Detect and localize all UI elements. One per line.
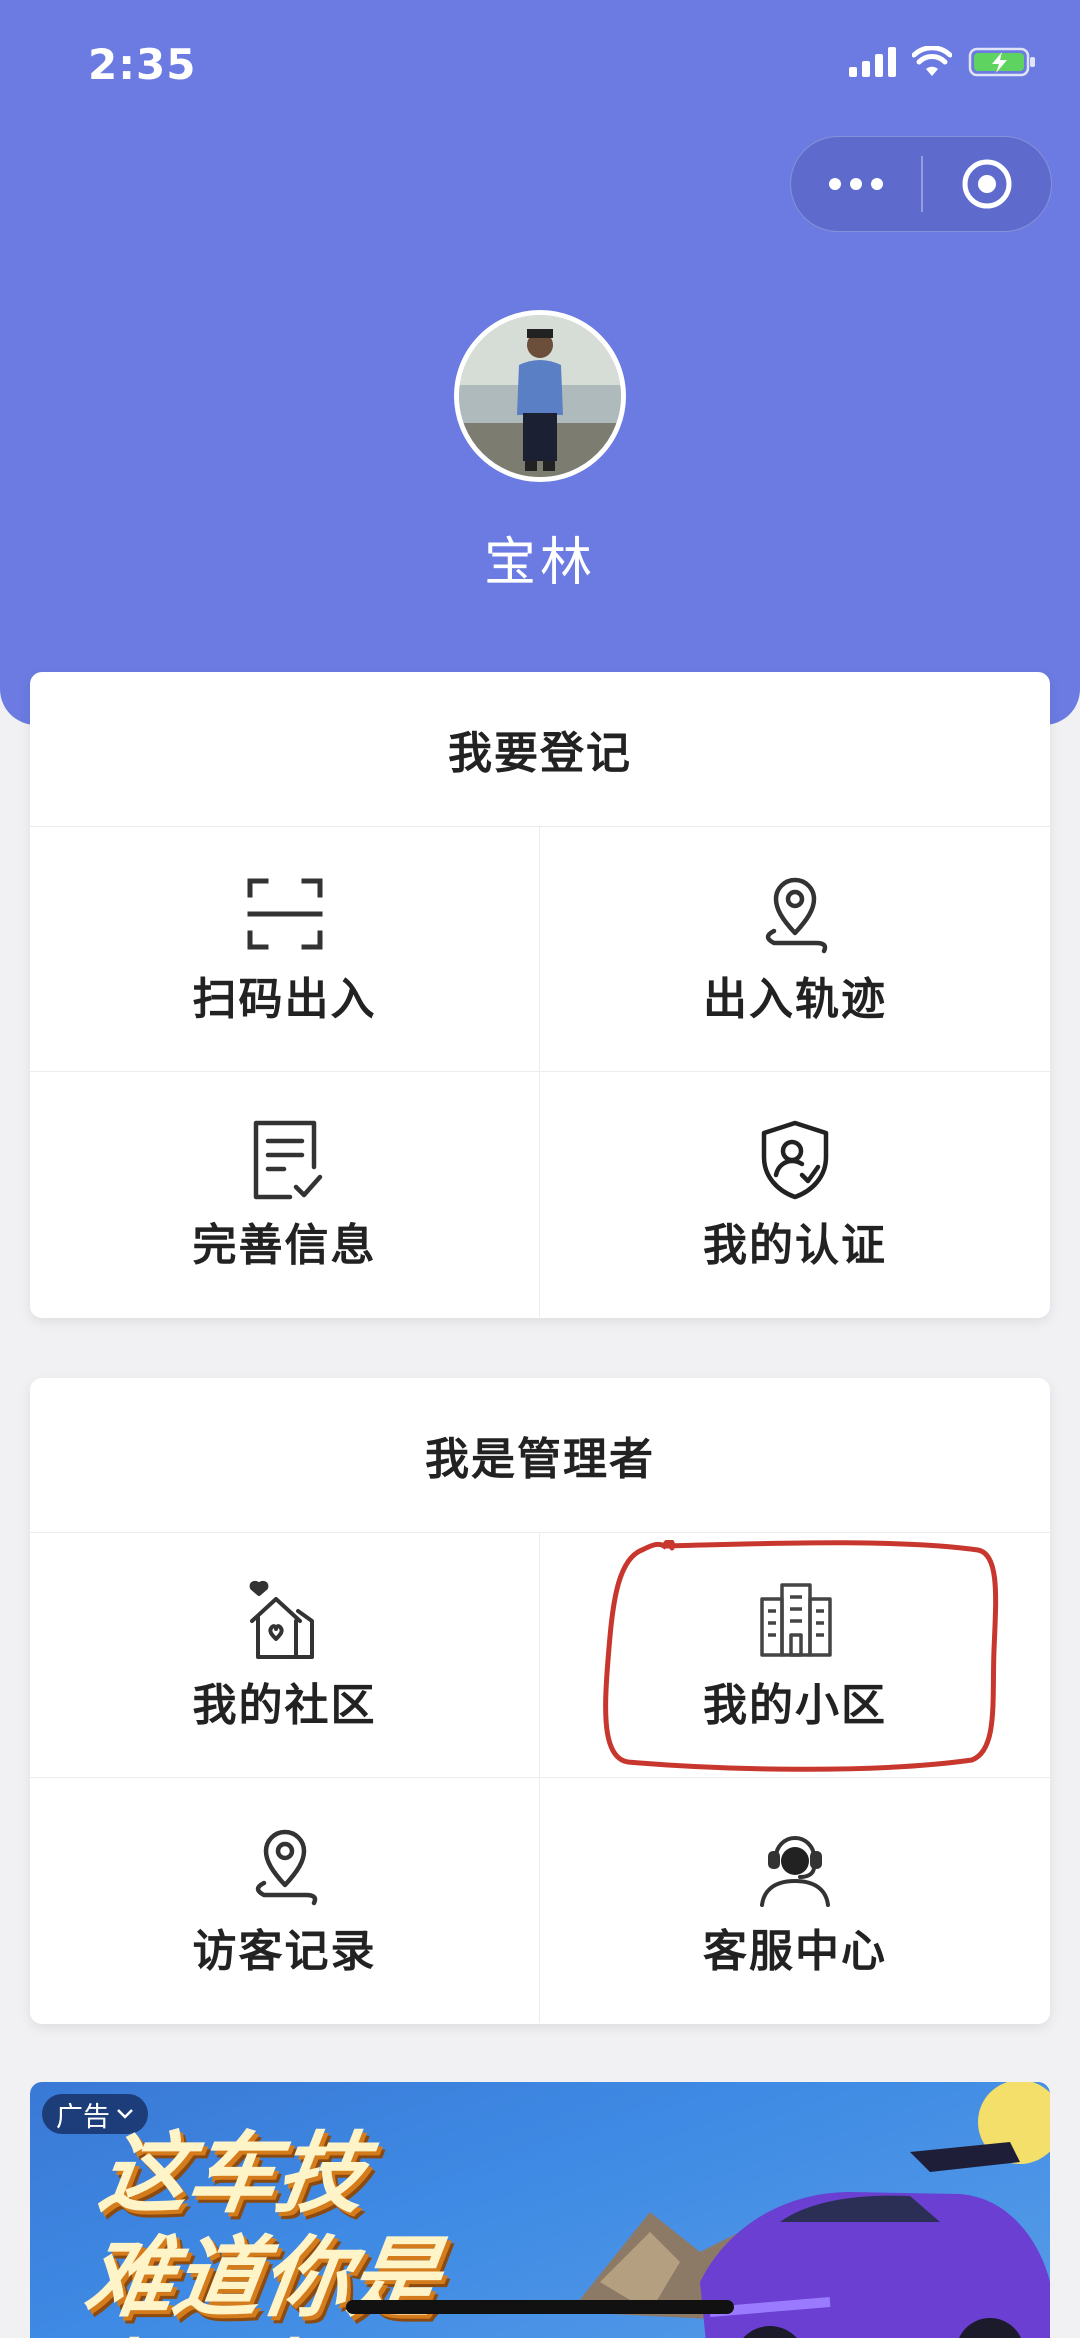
shield-user-icon (761, 1120, 829, 1199)
customer-service-button[interactable]: 客服中心 (540, 1778, 1050, 2023)
manager-card-title: 我是管理者 (30, 1378, 1050, 1533)
manager-grid: 我的社区 我的小区 访客记录 客服中心 (30, 1533, 1050, 2023)
status-time: 2:35 (88, 40, 197, 89)
entry-track-label: 出入轨迹 (703, 974, 887, 1025)
entry-track-button[interactable]: 出入轨迹 (540, 827, 1050, 1072)
visitor-records-button[interactable]: 访客记录 (30, 1778, 540, 2023)
chevron-down-icon (117, 2109, 133, 2119)
building-icon (760, 1583, 832, 1657)
register-card: 我要登记 扫码出入 出入轨迹 完善信息 我的认证 (30, 672, 1050, 1318)
battery-charging-icon (968, 47, 1035, 77)
my-community-label: 我的社区 (192, 1680, 377, 1731)
ad-headline-line: 这车技 (93, 2122, 372, 2225)
home-indicator[interactable] (346, 2300, 734, 2314)
my-compound-label: 我的小区 (703, 1680, 887, 1731)
scan-icon (247, 878, 322, 950)
my-community-button[interactable]: 我的社区 (30, 1533, 540, 1778)
ad-tag-label: 广告 (56, 2101, 110, 2133)
status-bar: 2:35 (0, 0, 1080, 130)
target-close-icon (962, 159, 1012, 209)
more-options-button[interactable] (791, 137, 921, 231)
ad-headline-line: 老司机! (64, 2330, 431, 2338)
my-compound-button[interactable]: 我的小区 (540, 1533, 1050, 1778)
scan-entry-label: 扫码出入 (192, 974, 377, 1025)
miniprogram-capsule (790, 136, 1052, 232)
location-pin-icon (765, 877, 828, 954)
register-grid: 扫码出入 出入轨迹 完善信息 我的认证 (30, 827, 1050, 1317)
my-certification-label: 我的认证 (703, 1219, 887, 1271)
ad-headline-line: 难道你是 (78, 2226, 446, 2329)
username: 宝林 (483, 533, 596, 593)
avatar[interactable] (454, 310, 626, 482)
close-miniprogram-button[interactable] (923, 137, 1052, 231)
location-pin-icon (255, 1829, 317, 1905)
my-certification-button[interactable]: 我的认证 (540, 1072, 1050, 1317)
customer-service-icon (760, 1835, 830, 1907)
cellular-signal-icon (849, 47, 896, 77)
register-card-title: 我要登记 (30, 672, 1050, 827)
complete-info-label: 完善信息 (192, 1219, 377, 1271)
community-house-icon (249, 1580, 314, 1659)
customer-service-label: 客服中心 (703, 1925, 887, 1977)
edit-document-icon (253, 1120, 322, 1199)
status-icons (849, 46, 1038, 78)
avatar-photo (459, 315, 621, 477)
page: 2:35 宝林 我要登记 扫码出入 出入轨迹 完善信息 我的认证 我是管理者 我… (0, 0, 1080, 2338)
scan-entry-button[interactable]: 扫码出入 (30, 827, 540, 1072)
complete-info-button[interactable]: 完善信息 (30, 1072, 540, 1317)
visitor-records-label: 访客记录 (192, 1925, 377, 1977)
manager-card: 我是管理者 我的社区 我的小区 访客记录 客服中心 (30, 1378, 1050, 2024)
wifi-icon (912, 46, 952, 76)
